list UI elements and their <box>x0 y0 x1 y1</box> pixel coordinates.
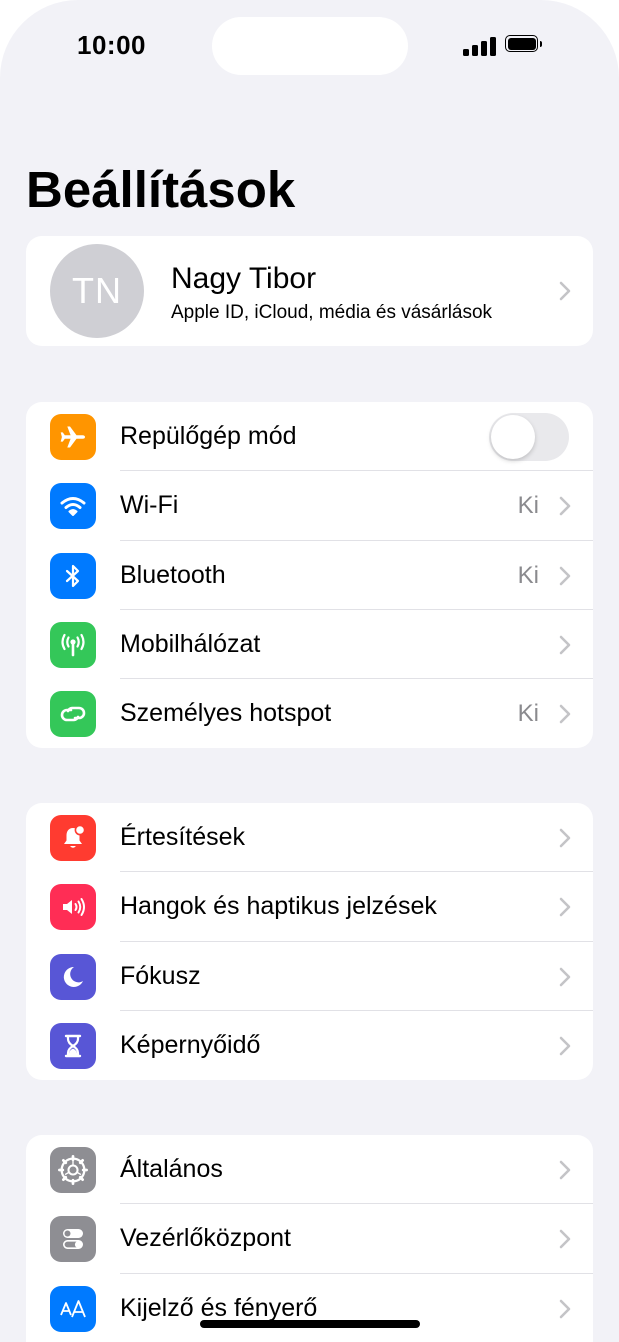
chevron-right-icon <box>559 566 571 586</box>
row-label: Bluetooth <box>120 560 226 589</box>
row-label: Repülőgép mód <box>120 422 297 450</box>
connectivity-group: Repülőgép mód Wi-Fi Ki Bluetooth Ki Mobi… <box>26 402 593 748</box>
status-bar: 10:00 <box>0 0 619 92</box>
chevron-right-icon <box>559 1160 571 1180</box>
home-indicator[interactable] <box>200 1320 420 1328</box>
antenna-icon <box>50 621 96 668</box>
row-label: Általános <box>120 1155 223 1183</box>
row-label: Vezérlőközpont <box>120 1224 291 1253</box>
row-general[interactable]: Általános <box>26 1135 593 1205</box>
apple-id-profile-row[interactable]: TN Nagy Tibor Apple ID, iCloud, média és… <box>26 236 593 346</box>
row-label: Wi-Fi <box>120 491 179 520</box>
chevron-right-icon <box>559 828 571 848</box>
row-screen-time[interactable]: Képernyőidő <box>26 1011 593 1080</box>
row-label: Mobilhálózat <box>120 629 261 658</box>
row-control-center[interactable]: Vezérlőközpont <box>26 1204 593 1274</box>
dynamic-island <box>212 17 408 75</box>
page-title: Beállítások <box>26 161 296 218</box>
gear-icon <box>50 1147 96 1193</box>
row-value: Ki <box>517 700 539 728</box>
row-display-brightness[interactable]: Kijelző és fényerő <box>26 1274 593 1342</box>
chevron-right-icon <box>559 897 571 917</box>
status-time: 10:00 <box>77 30 146 60</box>
hotspot-icon <box>50 691 96 738</box>
row-label: Képernyőidő <box>120 1030 261 1059</box>
chevron-right-icon <box>559 496 571 516</box>
chevron-right-icon <box>559 281 571 301</box>
row-wifi[interactable]: Wi-Fi Ki <box>26 471 593 541</box>
chevron-right-icon <box>559 1229 571 1249</box>
row-sounds-haptics[interactable]: Hangok és haptikus jelzések <box>26 872 593 942</box>
row-label: Hangok és haptikus jelzések <box>120 892 437 921</box>
row-label: Fókusz <box>120 961 201 990</box>
row-focus[interactable]: Fókusz <box>26 942 593 1011</box>
profile-name: Nagy Tibor <box>171 262 317 295</box>
wifi-icon <box>50 483 96 530</box>
hourglass-icon <box>50 1022 96 1069</box>
cellular-signal-icon <box>463 36 496 56</box>
profile-subtitle: Apple ID, iCloud, média és vásárlások <box>171 302 493 323</box>
notifications-group: Értesítések Hangok és haptikus jelzések … <box>26 803 593 1080</box>
bluetooth-icon <box>50 552 96 599</box>
row-label: Értesítések <box>120 823 246 851</box>
switches-icon <box>50 1216 96 1263</box>
chevron-right-icon <box>559 1299 571 1319</box>
row-cellular[interactable]: Mobilhálózat <box>26 610 593 680</box>
settings-screen: 10:00 Beállítások TN Nagy Tibor Apple ID… <box>0 0 619 1342</box>
chevron-right-icon <box>559 635 571 655</box>
moon-icon <box>50 953 96 1000</box>
avatar: TN <box>50 244 144 338</box>
row-value: Ki <box>517 561 539 589</box>
row-personal-hotspot[interactable]: Személyes hotspot Ki <box>26 679 593 748</box>
general-group: Általános Vezérlőközpont Kijelző és fény… <box>26 1135 593 1342</box>
row-label: Kijelző és fényerő <box>120 1293 318 1322</box>
row-value: Ki <box>517 492 539 520</box>
chevron-right-icon <box>559 967 571 987</box>
text-size-icon <box>50 1285 96 1332</box>
bell-icon <box>50 815 96 861</box>
chevron-right-icon <box>559 704 571 724</box>
row-airplane-mode[interactable]: Repülőgép mód <box>26 402 593 472</box>
chevron-right-icon <box>559 1036 571 1056</box>
row-label: Személyes hotspot <box>120 699 332 728</box>
row-notifications[interactable]: Értesítések <box>26 803 593 873</box>
row-bluetooth[interactable]: Bluetooth Ki <box>26 541 593 610</box>
battery-icon <box>505 35 542 54</box>
speaker-icon <box>50 884 96 931</box>
airplane-mode-toggle[interactable] <box>489 413 569 461</box>
airplane-icon <box>50 414 96 460</box>
